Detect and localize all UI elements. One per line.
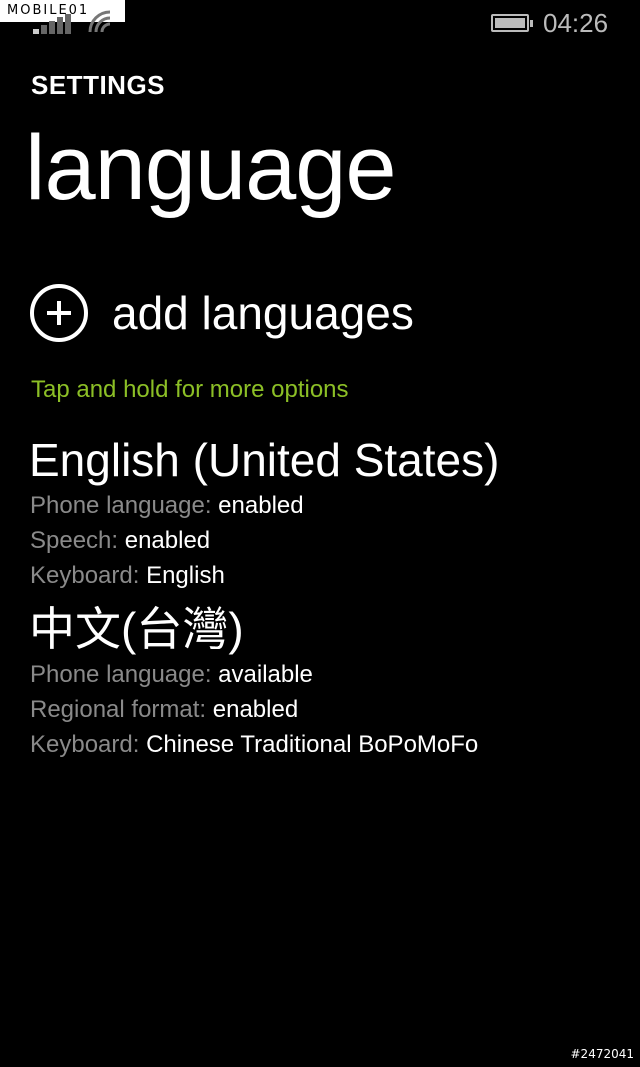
detail-value: enabled <box>212 696 299 723</box>
language-name: English (United States) <box>29 434 500 486</box>
add-languages-button[interactable]: add languages <box>30 282 414 344</box>
detail-value: available <box>218 661 313 688</box>
detail-value: enabled <box>218 492 304 519</box>
language-detail: Speech: enabled <box>30 523 499 558</box>
language-detail: Phone language: enabled <box>30 488 499 523</box>
signal-strength-icon <box>33 14 73 34</box>
language-detail: Regional format: enabled <box>30 692 478 727</box>
detail-key: Speech: <box>30 527 125 554</box>
status-time: 04:26 <box>543 8 609 38</box>
detail-value: Chinese Traditional BoPoMoFo <box>146 731 479 758</box>
language-item-english[interactable]: English (United States) Phone language: … <box>29 432 499 593</box>
detail-value: enabled <box>124 527 211 554</box>
detail-value: English <box>146 562 225 589</box>
image-id-label: #2472041 <box>570 1047 635 1061</box>
detail-key: Phone language: <box>30 492 219 519</box>
section-title: SETTINGS <box>31 70 166 100</box>
language-detail: Keyboard: English <box>30 558 499 593</box>
language-detail: Phone language: available <box>30 657 478 692</box>
detail-key: Keyboard: <box>30 731 147 758</box>
battery-icon <box>491 14 533 32</box>
add-circle-icon <box>30 284 88 342</box>
detail-key: Regional format: <box>30 696 213 723</box>
language-detail: Keyboard: Chinese Traditional BoPoMoFo <box>30 727 478 762</box>
phone-screen: MOBILE01 04:26 SETTINGS language add lan… <box>0 0 640 1067</box>
language-item-chinese[interactable]: 中文(台灣) Phone language: available Regiona… <box>29 601 478 762</box>
page-title: language <box>25 117 397 219</box>
wifi-icon <box>88 10 111 33</box>
detail-key: Keyboard: <box>30 562 147 589</box>
add-languages-label: add languages <box>112 287 414 339</box>
language-name: 中文(台灣) <box>29 603 244 655</box>
hint-text: Tap and hold for more options <box>31 376 349 403</box>
detail-key: Phone language: <box>30 661 219 688</box>
